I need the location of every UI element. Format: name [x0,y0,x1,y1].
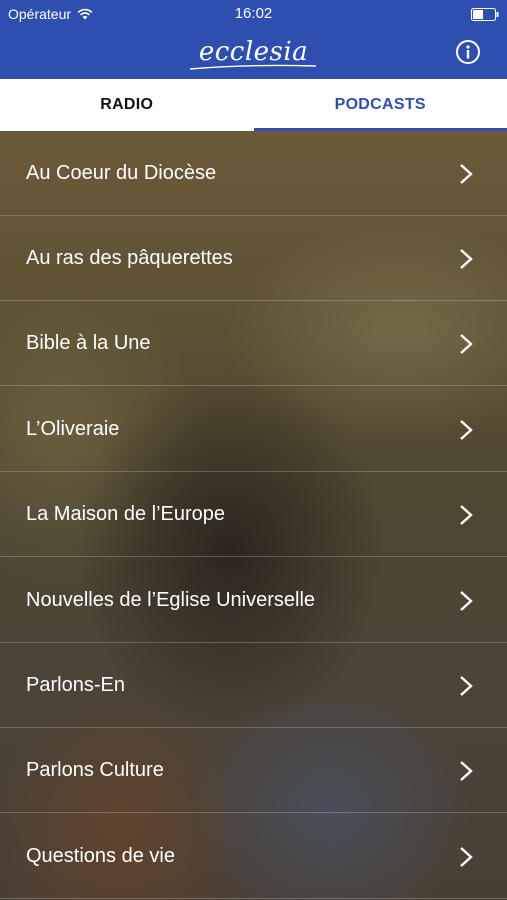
list-item[interactable]: Bible à la Une [0,301,507,386]
list-item[interactable]: Nouvelles de l’Eglise Universelle [0,558,507,643]
list-item[interactable]: Au Coeur du Diocèse [0,131,507,216]
list-item[interactable]: Au ras des pâquerettes [0,216,507,301]
list-item-label: Questions de vie [26,845,175,867]
chevron-right-icon [460,164,473,184]
chevron-right-icon [460,420,473,440]
list-item-label: Parlons-En [26,674,125,696]
list-item-label: La Maison de l’Europe [26,503,226,525]
list-item[interactable]: Parlons Culture [0,728,507,813]
nav-bar: ecclesia [0,28,507,79]
chevron-right-icon [460,761,473,781]
podcast-list: Au Coeur du Diocèse Au ras des pâquerett… [0,131,507,900]
tab-bar: RADIO PODCASTS [0,79,507,131]
logo-swoosh [189,64,317,70]
info-icon[interactable] [455,39,481,65]
list-item[interactable]: L’Oliveraie [0,387,507,472]
chevron-right-icon [460,249,473,269]
list-item-label: L’Oliveraie [26,418,120,440]
list-item-label: Nouvelles de l’Eglise Universelle [26,589,316,611]
list-item-label: Bible à la Une [26,332,151,354]
chevron-right-icon [460,334,473,354]
tab-radio[interactable]: RADIO [0,79,254,131]
list-item-label: Au ras des pâquerettes [26,247,233,269]
battery-icon [471,8,499,21]
chevron-right-icon [460,847,473,867]
chevron-right-icon [460,591,473,611]
status-time: 16:02 [234,5,273,22]
chevron-right-icon [460,676,473,696]
list-item[interactable]: Questions de vie [0,814,507,899]
chevron-right-icon [460,505,473,525]
status-bar: Opérateur 16:02 [0,0,507,28]
list-item[interactable]: Parlons-En [0,643,507,728]
list-item-label: Au Coeur du Diocèse [26,162,217,184]
list-item[interactable]: La Maison de l’Europe [0,472,507,557]
list-item-label: Parlons Culture [26,759,164,781]
tab-podcasts[interactable]: PODCASTS [253,79,507,131]
